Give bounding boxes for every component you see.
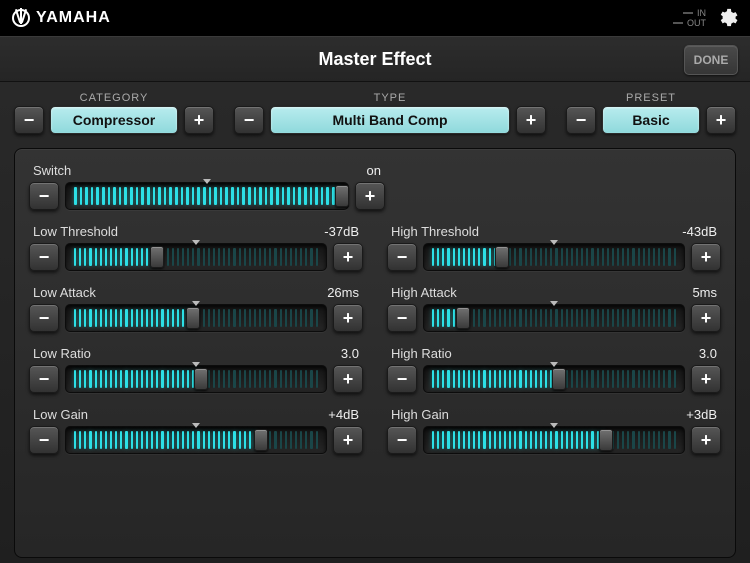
gear-icon[interactable] <box>716 7 738 29</box>
param-high-threshold-slider[interactable] <box>423 243 685 271</box>
param-high-attack-plus-button[interactable]: + <box>691 304 721 332</box>
param-label: High Gain <box>391 407 449 422</box>
param-high-threshold-plus-button[interactable]: + <box>691 243 721 271</box>
param-switch-plus-button[interactable]: + <box>355 182 385 210</box>
param-label: High Threshold <box>391 224 479 239</box>
param-high-gain-minus-button[interactable]: − <box>387 426 417 454</box>
param-low-gain-slider[interactable] <box>65 426 327 454</box>
param-low-threshold-plus-button[interactable]: + <box>333 243 363 271</box>
slider-thumb[interactable] <box>194 368 208 390</box>
type-display[interactable]: Multi Band Comp <box>270 106 510 134</box>
category-display[interactable]: Compressor <box>50 106 178 134</box>
param-label: Low Ratio <box>33 346 91 361</box>
param-switch-slider[interactable] <box>65 182 349 210</box>
slider-thumb[interactable] <box>150 246 164 268</box>
logo-text: YAMAHA <box>36 9 111 27</box>
slider-marker <box>192 301 200 306</box>
param-high-gain-slider[interactable] <box>423 426 685 454</box>
param-low-threshold: Low Threshold -37dB − + <box>27 218 365 279</box>
done-button[interactable]: DONE <box>684 45 738 75</box>
param-value: 26ms <box>327 285 359 300</box>
param-value: on <box>367 163 381 178</box>
preset-label: PRESET <box>626 92 676 104</box>
param-value: 5ms <box>692 285 717 300</box>
param-high-threshold: High Threshold -43dB − + <box>385 218 723 279</box>
yamaha-logo: YAMAHA <box>12 9 111 27</box>
param-low-gain-plus-button[interactable]: + <box>333 426 363 454</box>
param-high-attack-slider[interactable] <box>423 304 685 332</box>
slider-marker <box>550 240 558 245</box>
preset-plus-button[interactable]: + <box>706 106 736 134</box>
param-low-ratio-minus-button[interactable]: − <box>29 365 59 393</box>
param-high-ratio-slider[interactable] <box>423 365 685 393</box>
slider-thumb[interactable] <box>186 307 200 329</box>
param-low-attack: Low Attack 26ms − + <box>27 279 365 340</box>
slider-marker <box>192 423 200 428</box>
slider-thumb[interactable] <box>495 246 509 268</box>
slider-marker <box>550 362 558 367</box>
param-low-ratio-slider[interactable] <box>65 365 327 393</box>
param-low-attack-slider[interactable] <box>65 304 327 332</box>
slider-marker <box>550 423 558 428</box>
param-label: Low Gain <box>33 407 88 422</box>
param-label: Low Attack <box>33 285 96 300</box>
param-label: High Ratio <box>391 346 452 361</box>
param-value: -37dB <box>324 224 359 239</box>
slider-thumb[interactable] <box>599 429 613 451</box>
category-label: CATEGORY <box>80 92 149 104</box>
slider-marker <box>203 179 211 184</box>
category-minus-button[interactable]: − <box>14 106 44 134</box>
slider-thumb[interactable] <box>552 368 566 390</box>
param-high-attack-minus-button[interactable]: − <box>387 304 417 332</box>
slider-thumb[interactable] <box>254 429 268 451</box>
param-low-ratio-plus-button[interactable]: + <box>333 365 363 393</box>
param-label: Switch <box>33 163 71 178</box>
param-low-gain: Low Gain +4dB − + <box>27 401 365 462</box>
slider-thumb[interactable] <box>456 307 470 329</box>
params-panel: Switchon−+Low Threshold-37dB−+High Thres… <box>14 148 736 558</box>
param-label: High Attack <box>391 285 457 300</box>
param-high-gain-plus-button[interactable]: + <box>691 426 721 454</box>
slider-thumb[interactable] <box>335 185 349 207</box>
preset-display[interactable]: Basic <box>602 106 700 134</box>
param-value: +3dB <box>686 407 717 422</box>
param-label: Low Threshold <box>33 224 118 239</box>
param-value: 3.0 <box>341 346 359 361</box>
type-label: TYPE <box>374 92 407 104</box>
type-plus-button[interactable]: + <box>516 106 546 134</box>
page-title: Master Effect <box>318 49 431 70</box>
param-switch-minus-button[interactable]: − <box>29 182 59 210</box>
param-low-threshold-slider[interactable] <box>65 243 327 271</box>
slider-marker <box>192 240 200 245</box>
slider-marker <box>550 301 558 306</box>
param-high-threshold-minus-button[interactable]: − <box>387 243 417 271</box>
done-label: DONE <box>694 53 729 67</box>
param-high-ratio: High Ratio 3.0 − + <box>385 340 723 401</box>
param-low-gain-minus-button[interactable]: − <box>29 426 59 454</box>
param-high-attack: High Attack 5ms − + <box>385 279 723 340</box>
param-value: +4dB <box>328 407 359 422</box>
param-switch: Switch on − + <box>27 157 387 218</box>
param-low-attack-minus-button[interactable]: − <box>29 304 59 332</box>
io-indicator: IN OUT <box>673 8 706 28</box>
slider-marker <box>192 362 200 367</box>
param-high-gain: High Gain +3dB − + <box>385 401 723 462</box>
param-high-ratio-plus-button[interactable]: + <box>691 365 721 393</box>
category-plus-button[interactable]: + <box>184 106 214 134</box>
param-value: 3.0 <box>699 346 717 361</box>
param-low-ratio: Low Ratio 3.0 − + <box>27 340 365 401</box>
param-low-attack-plus-button[interactable]: + <box>333 304 363 332</box>
param-high-ratio-minus-button[interactable]: − <box>387 365 417 393</box>
param-value: -43dB <box>682 224 717 239</box>
preset-minus-button[interactable]: − <box>566 106 596 134</box>
type-minus-button[interactable]: − <box>234 106 264 134</box>
param-low-threshold-minus-button[interactable]: − <box>29 243 59 271</box>
